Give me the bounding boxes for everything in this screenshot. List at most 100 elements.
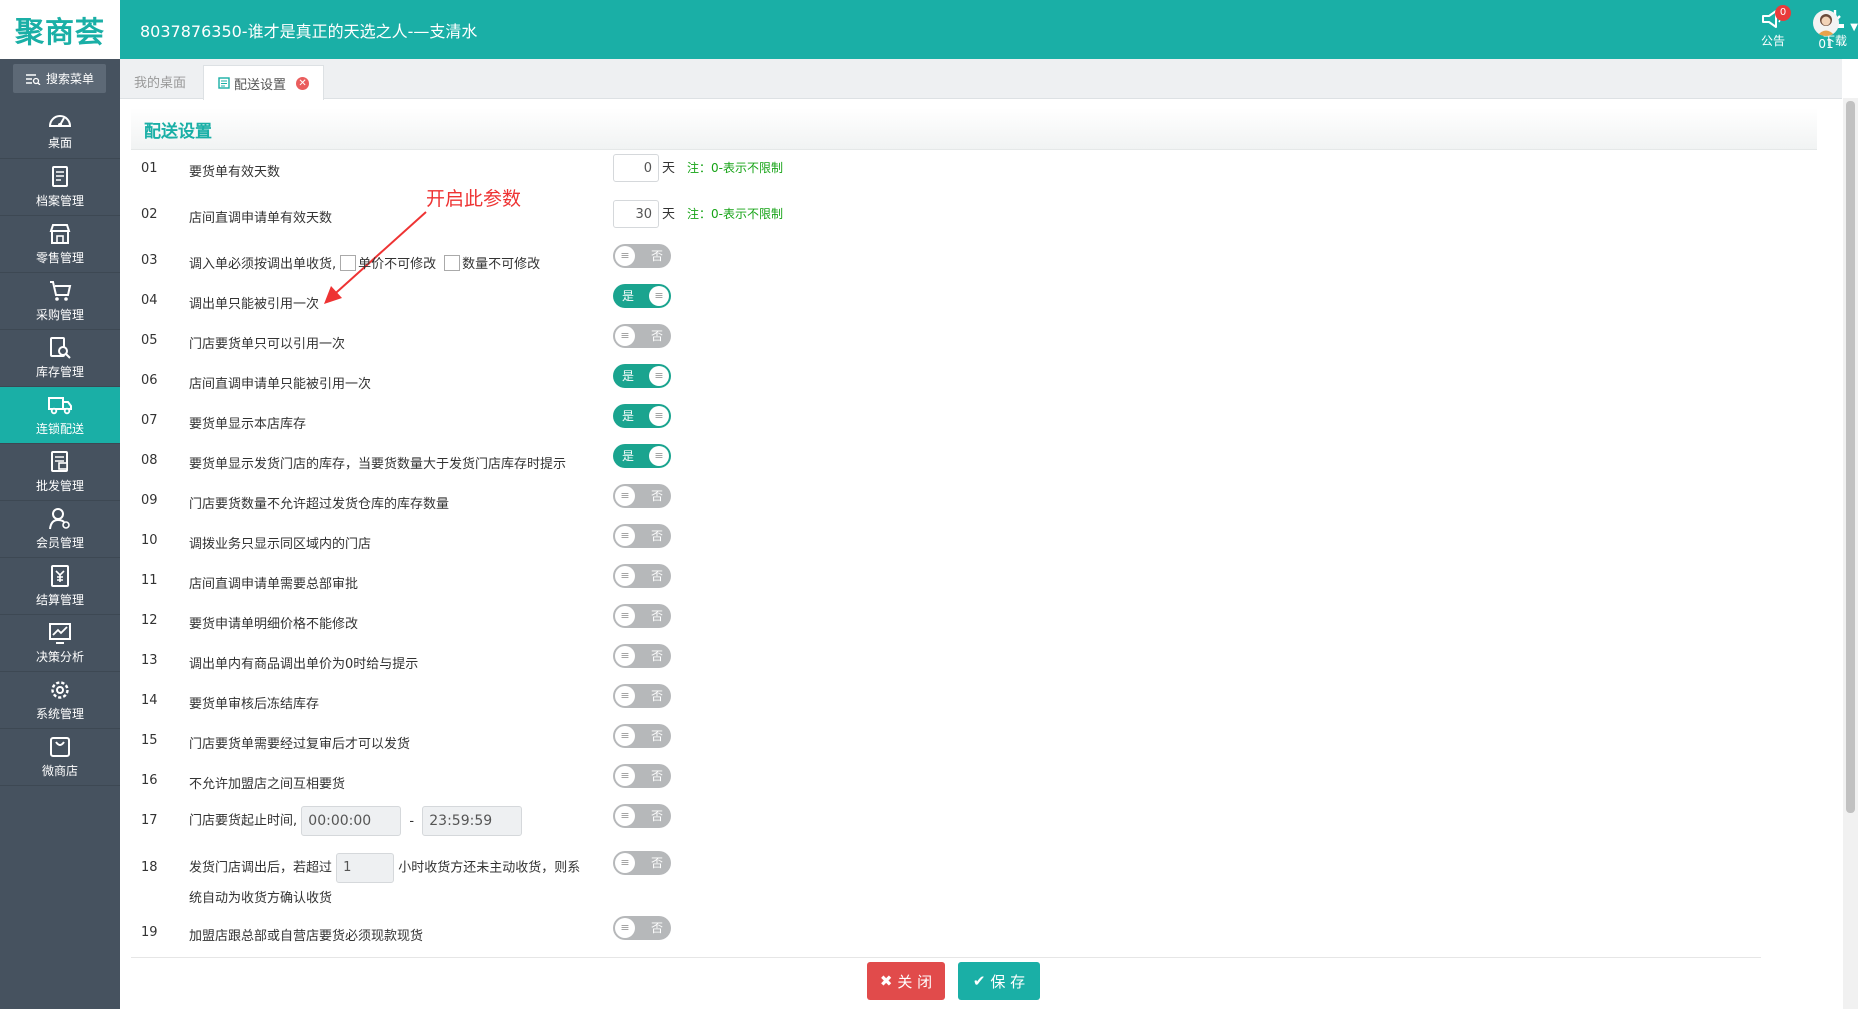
- sidebar-item-archive[interactable]: 档案管理: [0, 159, 120, 216]
- toggle-switch[interactable]: ≡ 否: [613, 244, 671, 268]
- row-control: ≡ 否: [613, 644, 671, 672]
- panel-header: 配送设置: [131, 108, 1817, 150]
- row-number: 09: [141, 493, 158, 508]
- scrollbar[interactable]: [1843, 98, 1858, 1009]
- end-time-input[interactable]: 23:59:59: [422, 806, 523, 836]
- quantity-checkbox[interactable]: [444, 255, 461, 271]
- wholesale-icon: [51, 451, 68, 472]
- row-label: 发货门店调出后，若超过 1 小时收货方还未主动收货，则系 统自动为收货方确认收货: [189, 853, 580, 906]
- row-control: ≡ 否: [613, 244, 671, 272]
- toggle-switch[interactable]: ≡ 否: [613, 724, 671, 748]
- toggle-switch[interactable]: ≡ 否: [613, 851, 671, 875]
- row-control: 30 天注：0-表示不限制: [613, 200, 783, 228]
- notice-button[interactable]: 公告 0: [1749, 5, 1797, 49]
- sidebar-item-chain-delivery[interactable]: 连锁配送: [0, 387, 120, 444]
- toggle-switch[interactable]: ≡ 否: [613, 324, 671, 348]
- unit-label: 天: [662, 207, 676, 222]
- toggle-switch[interactable]: ≡ 是: [613, 364, 671, 388]
- sidebar-item-purchase[interactable]: 采购管理: [0, 273, 120, 330]
- row-number: 06: [141, 373, 158, 388]
- close-button[interactable]: ✖ 关 闭: [867, 962, 945, 1000]
- unit-price-checkbox[interactable]: [340, 255, 357, 271]
- row-label: 调拨业务只显示同区域内的门店: [189, 537, 372, 552]
- toggle-switch[interactable]: ≡ 否: [613, 484, 671, 508]
- row-label: 调出单内有商品调出单价为0时给与提示: [189, 657, 419, 672]
- row-number: 13: [141, 653, 158, 668]
- sidebar-item-desktop[interactable]: 桌面: [0, 102, 120, 159]
- row-control: ≡ 否: [613, 851, 671, 879]
- toggle-switch[interactable]: ≡ 否: [613, 564, 671, 588]
- user-menu[interactable]: 01 ▼: [1802, 8, 1858, 51]
- toggle-switch[interactable]: ≡ 否: [613, 604, 671, 628]
- save-button[interactable]: ✔ 保 存: [958, 962, 1040, 1000]
- document-icon: [218, 77, 230, 89]
- start-time-input[interactable]: 00:00:00: [301, 806, 402, 836]
- close-button-label: 关 闭: [897, 972, 933, 991]
- toggle-switch[interactable]: ≡ 是: [613, 444, 671, 468]
- sidebar-item-analysis[interactable]: 决策分析: [0, 615, 120, 672]
- annotation-text: 开启此参数: [426, 188, 522, 210]
- row-control: ≡ 否: [613, 604, 671, 632]
- days-input[interactable]: 30: [613, 200, 659, 228]
- row-number: 03: [141, 253, 158, 268]
- toggle-switch[interactable]: ≡ 是: [613, 404, 671, 428]
- row-label: 要货单显示本店库存: [189, 417, 307, 432]
- days-input[interactable]: 0: [613, 154, 659, 182]
- search-menu-label: 搜索菜单: [45, 72, 94, 86]
- toggle-switch[interactable]: ≡ 否: [613, 916, 671, 940]
- toggle-switch[interactable]: ≡ 否: [613, 764, 671, 788]
- toggle-switch[interactable]: ≡ 是: [613, 284, 671, 308]
- hours-input[interactable]: 1: [336, 853, 395, 883]
- row-label: 店间直调申请单需要总部审批: [189, 577, 359, 592]
- row-number: 04: [141, 293, 158, 308]
- chart-icon: [49, 623, 71, 644]
- row-label-text: 小时收货方还未主动收货，则系: [398, 860, 581, 876]
- check-icon: ✔: [972, 972, 986, 990]
- sidebar-item-inventory[interactable]: 库存管理: [0, 330, 120, 387]
- row-label: 门店要货数量不允许超过发货仓库的库存数量: [189, 497, 450, 512]
- truck-icon: [48, 397, 72, 415]
- tab-bar: 我的桌面 配送设置 ✕: [120, 59, 1842, 100]
- logo[interactable]: 聚商荟: [0, 0, 120, 59]
- row-label: 门店要货单只可以引用一次: [189, 337, 346, 352]
- checkbox-label: 单价不可修改: [358, 257, 437, 272]
- toggle-switch[interactable]: ≡ 否: [613, 804, 671, 828]
- row-number: 05: [141, 333, 158, 348]
- toggle-switch[interactable]: ≡ 否: [613, 644, 671, 668]
- sidebar-item-label: 采购管理: [35, 308, 84, 322]
- row-control: ≡ 否: [613, 684, 671, 712]
- row-number: 01: [141, 161, 158, 176]
- sidebar-item-label: 连锁配送: [35, 422, 84, 436]
- row-number: 08: [141, 453, 158, 468]
- row-label: 要货单审核后冻结库存: [189, 697, 320, 712]
- sidebar-item-micro-shop[interactable]: 微商店: [0, 729, 120, 786]
- close-icon[interactable]: ✕: [296, 76, 310, 90]
- row-control: ≡ 否: [613, 524, 671, 552]
- avatar: [1813, 10, 1839, 36]
- notice-count-badge: 0: [1775, 5, 1791, 21]
- note-text: 注：0-表示不限制: [687, 161, 783, 175]
- sidebar-item-wholesale[interactable]: 批发管理: [0, 444, 120, 501]
- cart-icon: [50, 281, 72, 301]
- toggle-switch[interactable]: ≡ 否: [613, 524, 671, 548]
- sidebar-item-label: 档案管理: [35, 194, 84, 208]
- sidebar-item-settlement[interactable]: 结算管理: [0, 558, 120, 615]
- scrollbar-thumb[interactable]: [1846, 101, 1855, 813]
- store-title: 8037876350-谁才是真正的天选之人-—支清水: [140, 22, 478, 41]
- sidebar-item-retail[interactable]: 零售管理: [0, 216, 120, 273]
- tab-my-desktop[interactable]: 我的桌面: [120, 65, 200, 98]
- inventory-icon: [50, 337, 71, 359]
- row-number: 18: [141, 860, 158, 875]
- member-icon: [49, 508, 70, 530]
- sidebar-item-system[interactable]: 系统管理: [0, 672, 120, 729]
- top-bar: 聚商荟 8037876350-谁才是真正的天选之人-—支清水 公告 0 下载 0…: [0, 0, 1858, 59]
- sidebar-item-member[interactable]: 会员管理: [0, 501, 120, 558]
- unit-label: 天: [662, 161, 676, 176]
- search-menu-button[interactable]: 搜索菜单: [13, 64, 106, 93]
- sidebar-item-label: 会员管理: [35, 536, 84, 550]
- toggle-switch[interactable]: ≡ 否: [613, 684, 671, 708]
- tab-delivery-settings[interactable]: 配送设置 ✕: [203, 65, 325, 100]
- row-label: 要货申请单明细价格不能修改: [189, 617, 359, 632]
- row-number: 11: [141, 573, 158, 588]
- row-control: ≡ 否: [613, 484, 671, 512]
